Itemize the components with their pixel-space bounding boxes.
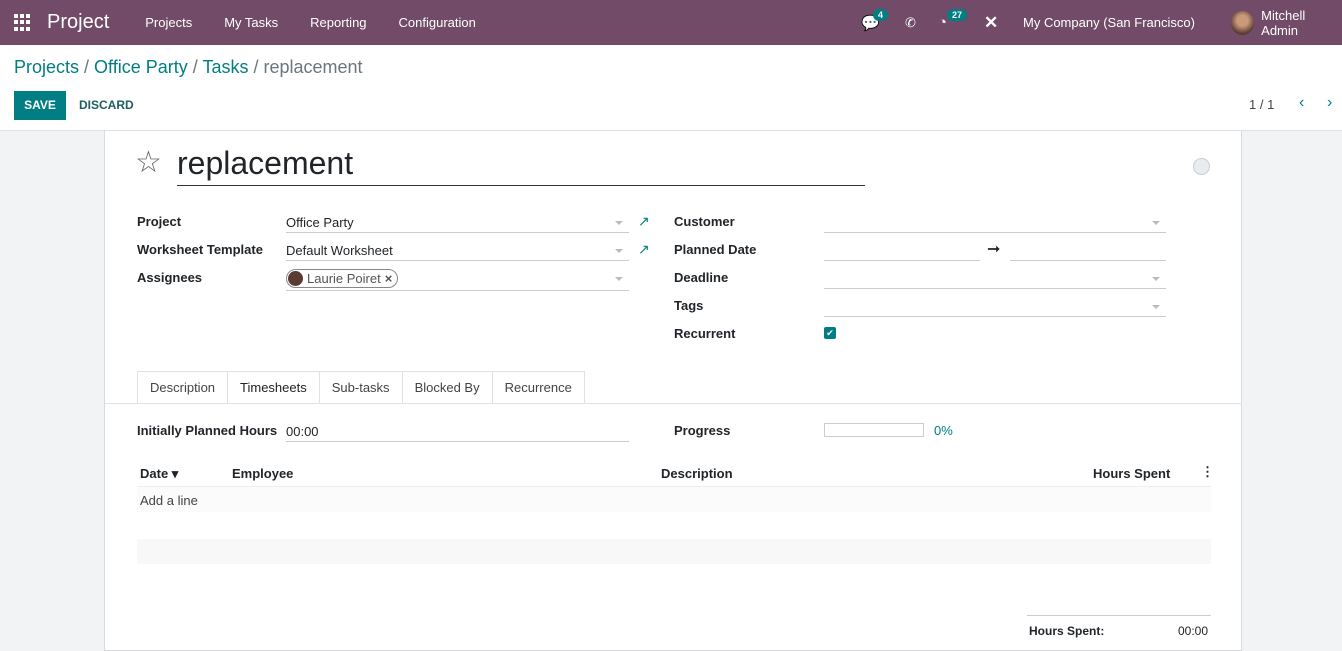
tags-label: Tags [674, 298, 703, 313]
recurrent-checkbox[interactable]: ✔ [824, 327, 836, 339]
breadcrumb-current: replacement [263, 57, 362, 77]
worksheet-value: Default Worksheet [286, 243, 393, 258]
divider [105, 403, 1242, 404]
breadcrumb-sep: / [79, 57, 94, 77]
worksheet-field[interactable]: Default Worksheet [286, 239, 629, 261]
customer-label: Customer [674, 214, 735, 229]
timesheet-header: Date ▾ Employee Description Hours Spent … [137, 458, 1211, 487]
top-navbar: Project Projects My Tasks Reporting Conf… [0, 0, 1342, 45]
control-panel: Projects / Office Party / Tasks / replac… [0, 45, 1342, 131]
arrow-right-icon: ➞ [987, 239, 1000, 259]
recurrent-label: Recurrent [674, 326, 735, 341]
assignee-tag: Laurie Poiret × [286, 269, 398, 288]
total-value: 00:00 [1178, 624, 1208, 638]
kanban-state-icon[interactable] [1193, 158, 1210, 175]
col-employee[interactable]: Employee [232, 466, 293, 481]
notebook-tabs: Description Timesheets Sub-tasks Blocked… [137, 371, 585, 404]
messages-icon[interactable]: 💬 [861, 0, 880, 45]
user-name: Mitchell Admin [1261, 8, 1342, 38]
tab-timesheets[interactable]: Timesheets [227, 371, 319, 404]
app-brand[interactable]: Project [47, 11, 109, 34]
menu-my-tasks[interactable]: My Tasks [208, 15, 294, 30]
planned-date-start[interactable] [824, 239, 980, 261]
user-menu[interactable]: Mitchell Admin [1231, 0, 1342, 45]
star-icon[interactable]: ☆ [135, 145, 162, 180]
progress-label: Progress [674, 423, 730, 438]
pager-value[interactable]: 1 / 1 [1249, 97, 1274, 112]
assignee-name: Laurie Poiret [307, 271, 381, 286]
planned-date-end[interactable] [1010, 239, 1166, 261]
project-value: Office Party [286, 215, 354, 230]
company-switcher[interactable]: My Company (San Francisco) [1023, 0, 1195, 45]
breadcrumb-office-party[interactable]: Office Party [94, 57, 188, 77]
avatar [1231, 11, 1254, 35]
col-hours-spent[interactable]: Hours Spent [1093, 466, 1170, 481]
pager-prev-icon[interactable]: ‹ [1299, 94, 1304, 112]
deadline-field[interactable] [824, 267, 1166, 289]
total-label: Hours Spent: [1029, 624, 1104, 638]
activities-badge: 27 [947, 9, 967, 21]
menu-configuration[interactable]: Configuration [383, 15, 492, 30]
messages-badge: 4 [873, 9, 888, 21]
progress-bar [824, 423, 924, 437]
planned-hours-label: Initially Planned Hours [137, 423, 277, 438]
form-sheet: ☆ replacement Project Office Party ↗ Wor… [104, 131, 1242, 651]
menu-projects[interactable]: Projects [129, 15, 208, 30]
planned-hours-input[interactable]: 00:00 [286, 420, 629, 442]
external-link-icon[interactable]: ↗ [638, 213, 650, 230]
optional-columns-icon[interactable]: ⋮ [1201, 464, 1214, 480]
avatar [288, 271, 303, 286]
add-line-row: Add a line [137, 487, 1211, 512]
pager-next-icon[interactable]: › [1327, 94, 1332, 112]
activities-icon[interactable]: ◔ [938, 0, 947, 45]
col-description[interactable]: Description [661, 466, 733, 481]
assignees-label: Assignees [137, 270, 202, 285]
external-link-icon[interactable]: ↗ [638, 241, 650, 258]
tags-field[interactable] [824, 295, 1166, 317]
planned-date-label: Planned Date [674, 242, 756, 257]
customer-field[interactable] [824, 211, 1166, 233]
breadcrumb-projects[interactable]: Projects [14, 57, 79, 77]
menu-reporting[interactable]: Reporting [294, 15, 382, 30]
save-button[interactable]: SAVE [14, 91, 66, 120]
project-field[interactable]: Office Party [286, 211, 629, 233]
breadcrumb-tasks[interactable]: Tasks [202, 57, 248, 77]
add-line-link[interactable]: Add a line [140, 493, 198, 508]
phone-icon[interactable]: ✆ [905, 0, 916, 45]
tab-description[interactable]: Description [137, 371, 227, 404]
tools-icon[interactable]: ✕ [984, 0, 998, 45]
breadcrumb-sep: / [248, 57, 263, 77]
progress-value: 0% [934, 423, 953, 438]
breadcrumb-sep: / [188, 57, 203, 77]
breadcrumb: Projects / Office Party / Tasks / replac… [14, 57, 363, 78]
task-title-input[interactable]: replacement [177, 145, 865, 186]
discard-button[interactable]: DISCARD [79, 98, 134, 112]
tab-blocked-by[interactable]: Blocked By [402, 371, 492, 404]
tab-recurrence[interactable]: Recurrence [492, 371, 585, 404]
worksheet-label: Worksheet Template [137, 242, 263, 257]
assignees-field[interactable]: Laurie Poiret × [286, 267, 629, 291]
deadline-label: Deadline [674, 270, 728, 285]
apps-menu-icon[interactable] [14, 14, 32, 32]
col-date[interactable]: Date ▾ [140, 466, 178, 482]
project-label: Project [137, 214, 181, 229]
tab-sub-tasks[interactable]: Sub-tasks [319, 371, 402, 404]
total-divider [1027, 615, 1211, 616]
empty-row [137, 539, 1211, 564]
remove-tag-icon[interactable]: × [385, 271, 393, 286]
